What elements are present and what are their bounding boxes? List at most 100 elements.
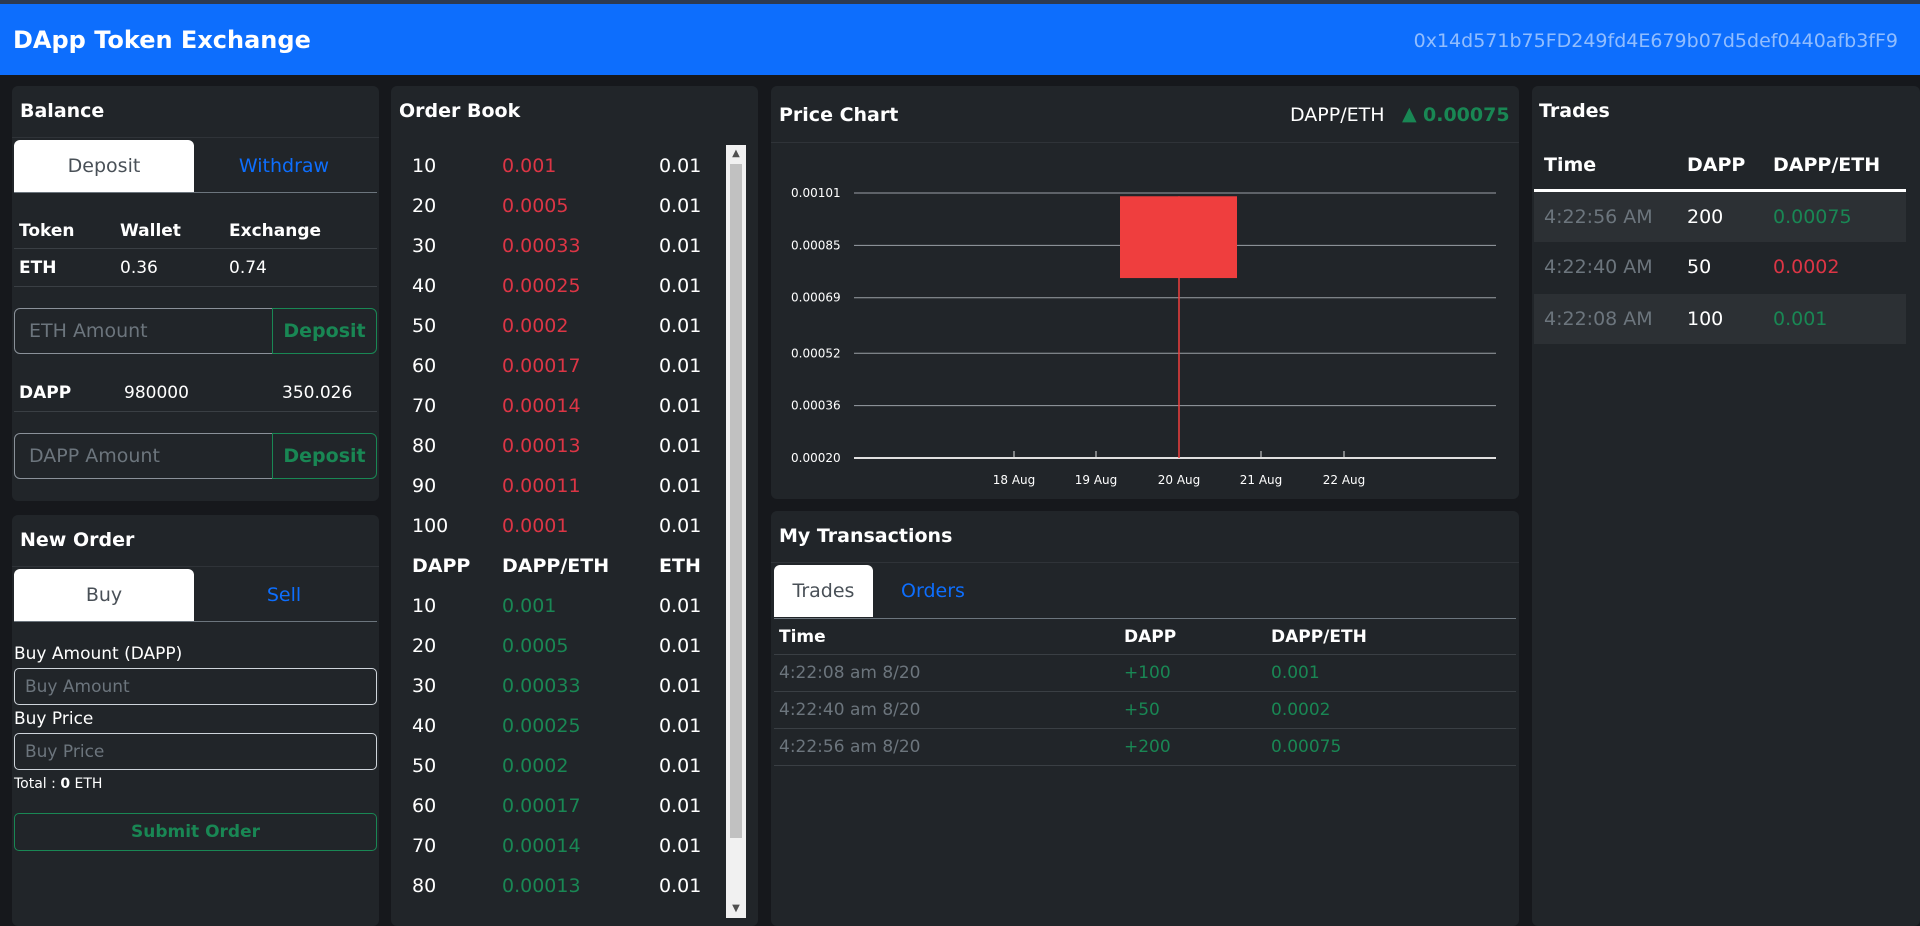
- trades-title: Trades: [1539, 100, 1610, 122]
- tab-sell[interactable]: Sell: [194, 569, 374, 621]
- transaction-price: 0.001: [1271, 663, 1320, 683]
- buy-order-row[interactable]: 70 0.00014 0.01: [391, 826, 731, 866]
- x-tick-label: 18 Aug: [993, 473, 1036, 487]
- buy-amount-input[interactable]: [14, 668, 377, 705]
- price-pair: DAPP/ETH: [1290, 104, 1385, 126]
- trade-time: 4:22:56 AM: [1544, 206, 1653, 228]
- tab-trades[interactable]: Trades: [774, 565, 873, 617]
- new-order-header: New Order: [12, 515, 379, 567]
- scrollbar-thumb[interactable]: [730, 164, 742, 838]
- order-eth: 0.01: [659, 275, 702, 297]
- tab-deposit[interactable]: Deposit: [14, 140, 194, 192]
- submit-order-button[interactable]: Submit Order: [14, 813, 377, 851]
- transaction-time: 4:22:40 am 8/20: [779, 700, 921, 720]
- order-price: 0.001: [502, 155, 557, 177]
- eth-deposit-button[interactable]: Deposit: [272, 308, 377, 354]
- order-eth: 0.01: [659, 675, 702, 697]
- sell-order-row[interactable]: 80 0.00013 0.01: [391, 426, 731, 466]
- buy-order-row[interactable]: 40 0.00025 0.01: [391, 706, 731, 746]
- sell-order-row[interactable]: 10 0.001 0.01: [391, 146, 731, 186]
- order-price: 0.0005: [502, 635, 569, 657]
- order-price: 0.00025: [502, 715, 581, 737]
- order-amount: 30: [412, 235, 437, 257]
- transactions-tabs: Trades Orders: [774, 565, 1516, 619]
- order-eth: 0.01: [659, 795, 702, 817]
- navbar: DApp Token Exchange 0x14d571b75FD249fd4E…: [0, 0, 1920, 75]
- tab-orders[interactable]: Orders: [883, 565, 983, 617]
- dapp-deposit-button[interactable]: Deposit: [272, 433, 377, 479]
- sell-order-row[interactable]: 20 0.0005 0.01: [391, 186, 731, 226]
- order-price: 0.00033: [502, 235, 581, 257]
- scroll-up-icon[interactable]: ▲: [726, 145, 746, 163]
- buy-order-row[interactable]: 10 0.001 0.01: [391, 586, 731, 626]
- scroll-down-icon[interactable]: ▼: [726, 900, 746, 918]
- dapp-exchange-balance: 350.026: [282, 383, 353, 403]
- total-label: Total :: [14, 776, 61, 792]
- order-amount: 50: [412, 755, 437, 777]
- balance-header: Balance: [12, 86, 379, 138]
- order-eth: 0.01: [659, 475, 702, 497]
- buy-order-row[interactable]: 30 0.00033 0.01: [391, 666, 731, 706]
- order-total: Total : 0 ETH: [14, 776, 102, 792]
- order-side-tabs: Buy Sell: [14, 569, 377, 622]
- col-header-token: Token: [19, 221, 75, 241]
- order-price: 0.00014: [502, 835, 581, 857]
- sell-order-row[interactable]: 70 0.00014 0.01: [391, 386, 731, 426]
- dapp-amount-input[interactable]: [14, 433, 273, 479]
- eth-amount-input[interactable]: [14, 308, 273, 354]
- buy-order-row[interactable]: 60 0.00017 0.01: [391, 786, 731, 826]
- trade-price: 0.00075: [1773, 206, 1852, 228]
- trade-amount: 100: [1687, 308, 1724, 330]
- order-amount: 20: [412, 195, 437, 217]
- total-value: 0: [60, 776, 71, 792]
- buy-price-label: Buy Price: [14, 709, 94, 729]
- y-tick-label: 0.00101: [791, 186, 841, 200]
- order-amount: 60: [412, 355, 437, 377]
- buy-price-input[interactable]: [14, 733, 377, 770]
- app-title[interactable]: DApp Token Exchange: [13, 26, 311, 54]
- col-header-eth: ETH: [659, 555, 701, 577]
- order-price: 0.0005: [502, 195, 569, 217]
- transaction-price: 0.00075: [1271, 737, 1342, 757]
- new-order-title: New Order: [20, 529, 135, 551]
- trade-row: 4:22:56 AM 200 0.00075: [1534, 192, 1906, 242]
- order-eth: 0.01: [659, 875, 702, 897]
- order-price: 0.0002: [502, 755, 569, 777]
- col-header-dapp: DAPP: [1687, 154, 1746, 176]
- order-price: 0.00011: [502, 475, 581, 497]
- total-unit: ETH: [70, 776, 103, 792]
- order-price: 0.0001: [502, 515, 569, 537]
- price-up-arrow-icon: ▲: [1402, 103, 1417, 125]
- trade-row: 4:22:40 AM 50 0.0002: [1534, 242, 1906, 294]
- sell-order-row[interactable]: 40 0.00025 0.01: [391, 266, 731, 306]
- dapp-token-label: DAPP: [19, 383, 72, 403]
- order-eth: 0.01: [659, 395, 702, 417]
- price-chart: 0.00101 0.00085 0.00069 0.00052 0.00036 0.000…: [791, 186, 1496, 487]
- tab-withdraw[interactable]: Withdraw: [194, 140, 374, 192]
- order-amount: 30: [412, 675, 437, 697]
- tab-buy[interactable]: Buy: [14, 569, 194, 621]
- buy-order-row[interactable]: 80 0.00013 0.01: [391, 866, 731, 906]
- sell-order-row[interactable]: 50 0.0002 0.01: [391, 306, 731, 346]
- order-amount: 20: [412, 635, 437, 657]
- my-transactions-title: My Transactions: [779, 525, 953, 547]
- order-book-table[interactable]: 10 0.001 0.01 20 0.0005 0.01 30 0.00033 0.01 40 0.…: [391, 86, 758, 926]
- order-eth: 0.01: [659, 355, 702, 377]
- sell-order-row[interactable]: 60 0.00017 0.01: [391, 346, 731, 386]
- sell-order-row[interactable]: 100 0.0001 0.01: [391, 506, 731, 546]
- transaction-amount: +50: [1124, 700, 1160, 720]
- transaction-amount: +100: [1124, 663, 1171, 683]
- order-amount: 10: [412, 595, 437, 617]
- sell-order-row[interactable]: 90 0.00011 0.01: [391, 466, 731, 506]
- order-eth: 0.01: [659, 755, 702, 777]
- order-amount: 10: [412, 155, 437, 177]
- account-address: 0x14d571b75FD249fd4E679b07d5def0440afb3f…: [1413, 30, 1898, 52]
- col-header-time: Time: [1544, 154, 1597, 176]
- order-amount: 40: [412, 715, 437, 737]
- candle-body[interactable]: [1120, 196, 1237, 279]
- sell-order-row[interactable]: 30 0.00033 0.01: [391, 226, 731, 266]
- buy-order-row[interactable]: 50 0.0002 0.01: [391, 746, 731, 786]
- transaction-time: 4:22:08 am 8/20: [779, 663, 921, 683]
- price-chart-header: Price Chart DAPP/ETH ▲ 0.00075: [771, 86, 1519, 143]
- buy-order-row[interactable]: 20 0.0005 0.01: [391, 626, 731, 666]
